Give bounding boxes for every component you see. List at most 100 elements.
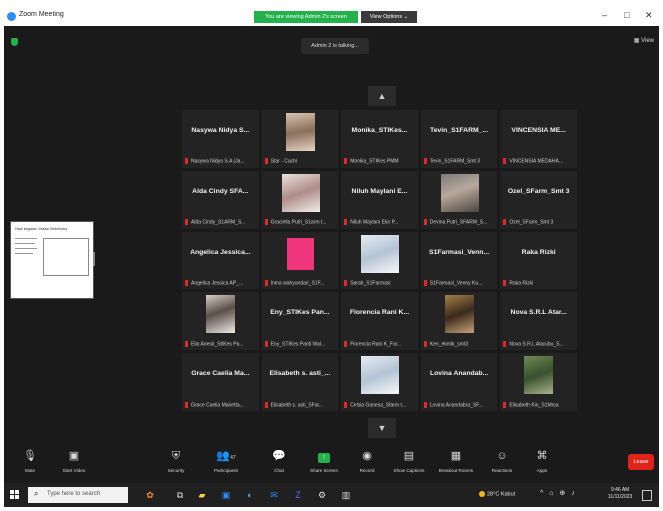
participant-video xyxy=(206,295,235,334)
participant-name: Florencia Rani K... xyxy=(349,309,410,317)
video-camera-icon: ▣ xyxy=(68,450,80,462)
taskbar-app-icon[interactable]: ✿ xyxy=(144,489,156,501)
participant-label: Elia Anesti_StIKes Pa... xyxy=(185,340,256,347)
system-tray-icons[interactable]: ^ ⌂ ⊕ ♪ xyxy=(540,489,577,497)
participant-label: Niluh Maylani Eko P... xyxy=(344,219,415,226)
mic-muted-icon xyxy=(423,340,427,347)
participant-label-text: Grace Caelia Marietta... xyxy=(191,401,244,408)
participant-video xyxy=(524,356,554,395)
participant-tile[interactable]: Eny_STIKes Pan... Eny_STIKes Panti Wal... xyxy=(261,292,339,351)
participant-tile[interactable]: Inma wahyundari_S1F... xyxy=(261,231,339,290)
participant-label: Nasywa Nidya S.A (Ja... xyxy=(185,158,256,165)
participant-video xyxy=(444,295,474,334)
window-title: Zoom Meeting xyxy=(19,11,64,18)
participants-button[interactable]: 👥47 Participants xyxy=(206,449,246,473)
participant-tile[interactable]: Elia Anesti_StIKes Pa... xyxy=(182,292,259,351)
participant-tile[interactable]: Nova S.R.L Atar... Nova S.R.L Atarubu_S..… xyxy=(500,292,577,351)
mute-button[interactable]: 🎙 Mute xyxy=(10,449,50,473)
thumb-text-line xyxy=(15,253,33,254)
weather-widget[interactable]: 28°C Kabut xyxy=(479,491,515,497)
participant-tile[interactable]: Elisabeth Kin_S1Mrsa xyxy=(500,353,577,411)
settings-gear-icon[interactable]: ⚙ xyxy=(316,489,328,501)
participant-tile[interactable]: Ken_ekmik_smt3 xyxy=(420,292,498,351)
taskbar-search-input[interactable]: ⌕ Type here to search xyxy=(28,487,128,503)
start-video-button[interactable]: ▣ Start Video xyxy=(54,449,94,473)
participant-tile[interactable]: S1Farmasi_Venn... S1Farmasi_Venny Ku... xyxy=(420,231,498,290)
participant-label-text: Alda Cindy_S1ARM_S... xyxy=(191,219,246,226)
windows-start-icon[interactable] xyxy=(10,490,20,500)
participant-label: Angelica Jessica AP_... xyxy=(185,280,256,286)
participant-tile[interactable]: Alda Cindy SFA... Alda Cindy_S1ARM_S... xyxy=(182,170,259,229)
file-explorer-icon[interactable]: ▰ xyxy=(196,489,208,501)
show-captions-button[interactable]: ▤ Show Captions xyxy=(389,449,429,473)
shared-screen-title: Hasil kegiatan Visitasi Sederhana xyxy=(15,227,68,231)
breakout-rooms-button[interactable]: ▦ Breakout Rooms xyxy=(436,449,476,473)
mic-muted-icon xyxy=(344,280,348,287)
notification-icon[interactable] xyxy=(642,490,652,501)
participant-label: Sarah_S1Farmasi xyxy=(344,280,415,286)
participant-tile[interactable]: Elisabeth s. asti_... Elisabeth s. asti_S… xyxy=(261,353,339,411)
view-options-button[interactable]: View Options ⌄ xyxy=(361,11,417,23)
participant-tile[interactable]: Monika_STIKes... Monika_STIKes PMM xyxy=(341,110,418,168)
chat-button[interactable]: 💬 Chat xyxy=(259,449,299,473)
participant-gallery: Nasywa Nidya S... Nasywa Nidya S.A (Ja...… xyxy=(182,110,580,416)
participant-tile[interactable]: Celsia Ganesa_Sfarm t... xyxy=(341,353,418,411)
participant-tile[interactable]: Star - Cachi xyxy=(261,110,339,168)
chat-label: Chat xyxy=(274,468,284,473)
participant-label-text: S1Farmasi_Venny Ku... xyxy=(429,280,483,287)
participant-tile[interactable]: Lovina Anandab... Lovina Anandabra_SF... xyxy=(420,353,498,411)
close-button[interactable]: ✕ xyxy=(645,10,653,21)
participant-label: Elisabeth Kin_S1Mrsa xyxy=(503,401,574,408)
clock-date: 11/11/2023 xyxy=(608,494,633,500)
mic-muted-icon xyxy=(503,280,507,287)
scroll-up-arrow-icon[interactable]: ▲ xyxy=(368,86,396,106)
participant-tile[interactable]: Grace Caelia Ma... Grace Caelia Marietta.… xyxy=(182,353,259,411)
maximize-button[interactable]: □ xyxy=(624,10,629,20)
participant-tile[interactable]: Raka Rizki Raka Rizki xyxy=(500,231,577,290)
participant-tile[interactable]: Florencia Rani K... Florencia Rani K_Far.… xyxy=(341,292,418,351)
security-shield-icon[interactable] xyxy=(11,38,18,46)
apps-button[interactable]: ⌘ Apps xyxy=(522,449,562,473)
edge-browser-icon[interactable]: ◐ xyxy=(244,489,256,501)
participant-tile[interactable]: Ozel_SFarm_Smt 3 Ozel_SFarm_Smt 3 xyxy=(500,170,577,229)
record-button[interactable]: ◉ Record xyxy=(347,449,387,473)
store-icon[interactable]: ▣ xyxy=(220,489,232,501)
security-button[interactable]: ⛨ Security xyxy=(156,449,196,473)
mic-muted-icon xyxy=(185,158,188,165)
view-button[interactable]: ▦ View xyxy=(634,37,654,44)
zoom-taskbar-icon[interactable]: Z xyxy=(292,489,304,501)
participant-tile[interactable]: Nasywa Nidya S... Nasywa Nidya S.A (Ja... xyxy=(182,110,259,168)
participant-tile[interactable]: Sarah_S1Farmasi xyxy=(341,231,418,290)
share-screen-button[interactable]: ↑ Share Screen xyxy=(304,449,344,473)
taskbar-clock[interactable]: 9:46 AM 11/11/2023 xyxy=(608,487,632,501)
shield-icon: ⛨ xyxy=(171,450,181,462)
participant-tile[interactable]: Niluh Maylani E... Niluh Maylani Eko P... xyxy=(341,170,418,229)
participant-tile[interactable]: Devina Putri_SFARM_S... xyxy=(420,170,498,229)
mic-muted-icon xyxy=(344,219,348,226)
participant-label-text: Star - Cachi xyxy=(270,158,297,165)
task-view-icon[interactable]: ⧉ xyxy=(174,489,186,501)
participants-label: Participants xyxy=(213,468,238,473)
mute-label: Mute xyxy=(24,468,36,473)
breakout-rooms-label: Breakout Rooms xyxy=(438,468,474,473)
reactions-button[interactable]: ☺ Reactions xyxy=(482,449,522,473)
mail-icon[interactable]: ✉ xyxy=(268,489,280,501)
participant-name: Ozel_SFarm_Smt 3 xyxy=(507,187,570,195)
participant-tile[interactable]: Graciella Putri_S1arm t... xyxy=(261,170,339,229)
shared-screen-thumbnail[interactable]: Hasil kegiatan Visitasi Sederhana xyxy=(10,221,94,299)
participant-tile[interactable]: Tevin_S1FARM_... Tevin_S1FARM_Smt 3 xyxy=(420,110,498,168)
participant-label-text: Celsia Ganesa_Sfarm t... xyxy=(350,401,407,408)
panel-splitter-handle[interactable] xyxy=(93,252,95,266)
mic-muted-icon xyxy=(264,158,268,165)
leave-button[interactable]: Leave xyxy=(628,454,654,470)
participant-name: Monika_STIKes... xyxy=(351,127,408,134)
participant-tile[interactable]: Angelica Jessica... Angelica Jessica AP_.… xyxy=(182,231,259,290)
participant-name: Eny_STIKes Pan... xyxy=(270,309,330,317)
scroll-down-arrow-icon[interactable]: ▼ xyxy=(368,418,396,438)
minimize-button[interactable]: – xyxy=(602,10,607,20)
participant-name: Tevin_S1FARM_... xyxy=(430,127,489,134)
participant-video xyxy=(361,234,400,273)
photos-icon[interactable]: ▥ xyxy=(340,489,352,501)
participant-tile[interactable]: VINCENSIA ME... VINCENSIA MEDAHA... xyxy=(500,110,577,168)
mic-muted-icon xyxy=(185,280,188,287)
